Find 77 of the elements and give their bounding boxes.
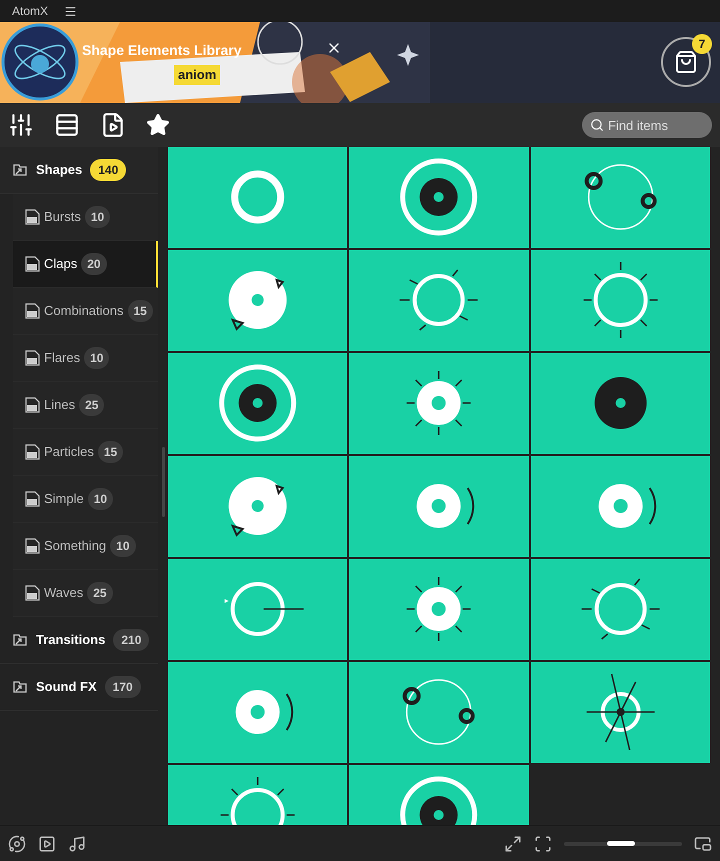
layout-icon[interactable] [694,834,712,852]
search-icon [590,118,604,132]
shape-thumbnail[interactable] [530,456,710,557]
folder-icon [12,679,28,695]
category-item[interactable]: Transitions 210 [0,617,158,664]
subcategory-label: Something [44,537,106,556]
shape-thumbnail[interactable] [530,250,710,351]
category-label: Shapes [36,161,82,180]
subcategory-label: Combinations [44,302,124,320]
ae-file-icon [25,397,40,413]
category-item[interactable]: Sound FX 170 [0,664,158,711]
count-badge: 140 [90,159,126,181]
count-badge: 10 [88,488,114,510]
shape-thumbnail[interactable] [349,147,529,248]
shape-thumbnail[interactable] [349,662,529,763]
count-badge: 15 [128,300,153,322]
search-field[interactable]: Find items [582,112,712,138]
subcategory-label: Flares [44,349,80,368]
subcategory-label: Particles [44,443,94,462]
banner-title: Shape Elements Library [82,41,242,60]
shape-thumbnail[interactable] [530,353,710,454]
shape-thumbnail[interactable] [349,353,529,454]
author-label: aniom [174,65,220,84]
shape-thumbnail[interactable] [530,662,710,763]
shape-thumbnail[interactable] [168,353,348,454]
count-badge: 10 [84,206,110,228]
count-badge: 25 [79,394,104,416]
shape-thumbnail[interactable] [530,147,710,248]
star-icon[interactable] [146,113,170,137]
count-badge: 10 [84,347,110,369]
sparkle-icon [397,44,419,66]
play-icon[interactable] [38,834,56,852]
count-badge: 210 [113,629,150,651]
category-label: Transitions [36,631,106,650]
orbit-icon[interactable] [8,834,26,852]
cart-button[interactable]: 7 [661,37,711,87]
ae-file-icon [25,209,40,225]
category-label: Sound FX [36,678,97,696]
shape-thumbnail[interactable] [168,147,348,248]
shape-thumbnail[interactable] [349,559,529,660]
subcategory-label: Waves [44,584,84,602]
expand-icon[interactable] [504,834,522,852]
subcategory-label: Simple [44,490,84,508]
ae-file-icon [25,444,40,460]
bag-icon [674,50,698,74]
count-badge: 10 [110,535,136,557]
subcategory-item[interactable]: Claps 20 [13,241,158,288]
fit-icon[interactable] [534,834,552,852]
shape-thumbnail[interactable] [530,559,710,660]
cart-count-badge: 7 [692,34,712,54]
window-title: AtomX [12,3,48,20]
shape-thumbnail[interactable] [168,662,348,763]
ae-file-icon [25,256,40,272]
folder-icon [12,632,28,648]
shape-thumbnail[interactable] [349,250,529,351]
shape-thumbnail[interactable] [168,456,348,557]
ae-file-icon [25,491,40,507]
count-badge: 15 [98,441,124,463]
menu-icon[interactable] [64,4,78,18]
subcategory-label: Claps [44,255,78,274]
shape-thumbnail[interactable] [168,559,348,660]
count-badge: 20 [81,253,107,275]
count-badge: 170 [104,676,141,698]
zoom-slider[interactable] [564,840,682,848]
ae-file-icon [25,350,40,366]
subcategory-label: Lines [44,396,76,414]
folder-icon [12,162,28,178]
sliders-icon[interactable] [8,112,34,138]
shape-thumbnail[interactable] [349,456,529,557]
music-icon[interactable] [68,834,86,852]
shape-thumbnail[interactable] [168,250,348,351]
count-badge: 25 [87,582,113,604]
subcategory-label: Bursts [44,208,81,226]
ae-file-icon [25,538,40,554]
ae-file-icon [25,585,40,601]
list-icon[interactable] [54,112,80,138]
ae-file-icon [25,303,40,319]
